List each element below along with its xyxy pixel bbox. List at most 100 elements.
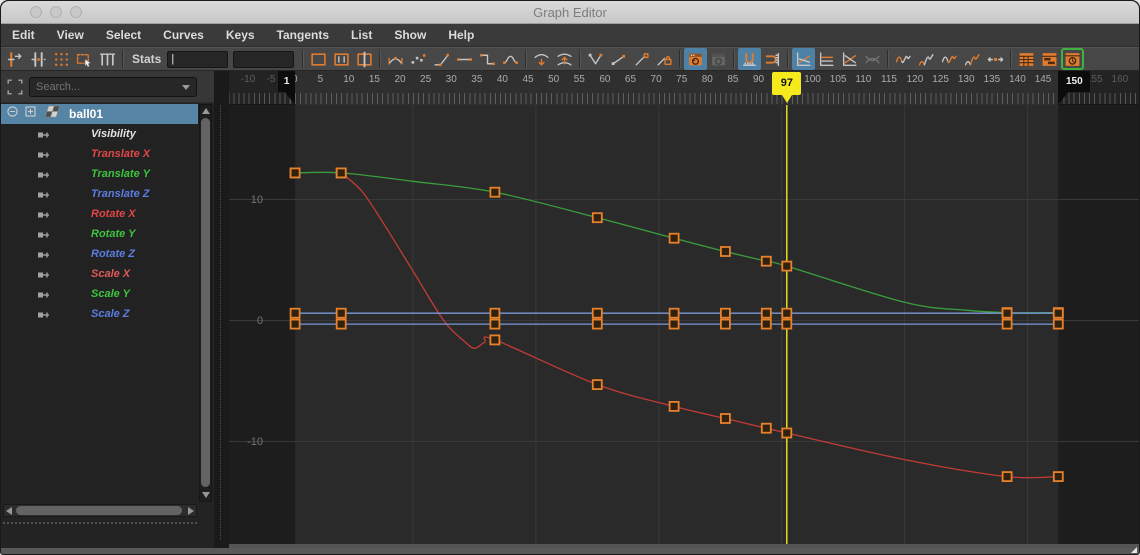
- menu-curves[interactable]: Curves: [152, 24, 215, 46]
- keyframe-blue-curve-top[interactable]: [335, 307, 347, 319]
- tree-vscroll-thumb[interactable]: [201, 118, 210, 487]
- channel-row-visibility[interactable]: Visibility: [1, 124, 198, 144]
- menu-show[interactable]: Show: [383, 24, 437, 46]
- scroll-right-icon[interactable]: [188, 507, 194, 515]
- move-nearest-key-tool-button[interactable]: [4, 48, 27, 70]
- normalized-view-button[interactable]: [838, 48, 861, 70]
- open-dope-sheet-button[interactable]: [1015, 48, 1038, 70]
- keyframe-red-curve[interactable]: [335, 167, 347, 179]
- keyframe-blue-curve-bottom[interactable]: [1052, 318, 1064, 330]
- channel-row-scale-z[interactable]: Scale Z: [1, 304, 198, 324]
- auto-load-graph-editor-button[interactable]: [684, 48, 708, 70]
- keyframe-blue-curve-bottom[interactable]: [289, 318, 301, 330]
- keyframe-red-curve[interactable]: [760, 422, 772, 434]
- keyframe-green-curve[interactable]: [591, 212, 603, 224]
- insert-keys-tool-button[interactable]: [27, 48, 50, 70]
- step-tangents-button[interactable]: [476, 48, 499, 70]
- menu-edit[interactable]: Edit: [1, 24, 46, 46]
- range-start-flag[interactable]: 1: [278, 71, 296, 92]
- keyframe-green-curve[interactable]: [781, 260, 793, 272]
- lattice-deform-keys-tool-button[interactable]: [50, 48, 73, 70]
- stats-value-field[interactable]: [233, 50, 295, 68]
- keyframe-green-curve[interactable]: [668, 232, 680, 244]
- keyframe-blue-curve-top[interactable]: [289, 307, 301, 319]
- menu-list[interactable]: List: [340, 24, 383, 46]
- resize-grip-icon[interactable]: [1131, 547, 1137, 553]
- clamped-tangents-button[interactable]: [407, 48, 430, 70]
- keyframe-blue-curve-top[interactable]: [760, 307, 772, 319]
- keyframe-blue-curve-top[interactable]: [591, 307, 603, 319]
- channel-row-translate-z[interactable]: Translate Z: [1, 184, 198, 204]
- post-infinity-cycle-offset-button[interactable]: [961, 48, 984, 70]
- free-tangent-weight-button[interactable]: [630, 48, 653, 70]
- channel-row-rotate-y[interactable]: Rotate Y: [1, 224, 198, 244]
- frame-playback-range-button[interactable]: [330, 48, 353, 70]
- keyframe-red-curve[interactable]: [1001, 471, 1013, 483]
- keyframe-blue-curve-top[interactable]: [1052, 307, 1064, 319]
- tree-node-ball01[interactable]: ball01: [1, 104, 198, 124]
- curve-canvas[interactable]: 10 0 -10: [229, 105, 1139, 544]
- retime-tool-button[interactable]: [96, 48, 119, 70]
- frame-all-button[interactable]: [307, 48, 330, 70]
- menu-tangents[interactable]: Tangents: [266, 24, 340, 46]
- keyframe-red-curve[interactable]: [489, 334, 501, 346]
- keyframe-blue-curve-top[interactable]: [781, 307, 793, 319]
- keyframe-blue-curve-bottom[interactable]: [489, 318, 501, 330]
- keyframe-red-curve[interactable]: [1052, 471, 1064, 483]
- lock-tangent-weight-button[interactable]: [653, 48, 676, 70]
- keyframe-blue-curve-top[interactable]: [1001, 307, 1013, 319]
- absolute-view-button[interactable]: [792, 48, 816, 70]
- pre-infinity-cycle-button[interactable]: [892, 48, 915, 70]
- keyframe-blue-curve-top[interactable]: [668, 307, 680, 319]
- keyframe-blue-curve-bottom[interactable]: [781, 318, 793, 330]
- keyframe-red-curve[interactable]: [719, 413, 731, 424]
- channel-row-rotate-x[interactable]: Rotate X: [1, 204, 198, 224]
- keyframe-green-curve[interactable]: [719, 246, 731, 257]
- keyframe-blue-curve-bottom[interactable]: [760, 318, 772, 330]
- keyframe-green-curve[interactable]: [489, 186, 501, 198]
- keyframe-green-curve[interactable]: [760, 255, 772, 267]
- post-infinity-cycle-button[interactable]: [938, 48, 961, 70]
- channel-row-translate-y[interactable]: Translate Y: [1, 164, 198, 184]
- current-frame-marker[interactable]: 97: [772, 72, 802, 95]
- stacked-view-button[interactable]: [815, 48, 838, 70]
- channel-row-translate-x[interactable]: Translate X: [1, 144, 198, 164]
- keyframe-blue-curve-bottom[interactable]: [668, 318, 680, 330]
- tree-vertical-scrollbar[interactable]: [199, 104, 212, 502]
- channel-row-scale-y[interactable]: Scale Y: [1, 284, 198, 304]
- keyframe-blue-curve-top[interactable]: [719, 307, 731, 319]
- unify-tangents-button[interactable]: [607, 48, 630, 70]
- keyframe-blue-curve-bottom[interactable]: [335, 318, 347, 330]
- panel-divider[interactable]: [214, 71, 229, 550]
- keyframe-red-curve[interactable]: [668, 400, 680, 412]
- linear-tangents-button[interactable]: [430, 48, 453, 70]
- open-time-editor-button[interactable]: [1061, 48, 1084, 70]
- channel-row-rotate-z[interactable]: Rotate Z: [1, 244, 198, 264]
- keyframe-red-curve[interactable]: [781, 427, 793, 439]
- keyframe-red-curve[interactable]: [591, 379, 603, 391]
- expand-shape-icon[interactable]: [25, 105, 37, 123]
- stats-time-field[interactable]: [167, 50, 229, 68]
- value-snap-button[interactable]: [761, 48, 784, 70]
- frame-center-view-button[interactable]: [353, 48, 376, 70]
- keyframe-red-curve[interactable]: [289, 167, 301, 179]
- scroll-left-icon[interactable]: [6, 507, 12, 515]
- channel-row-scale-x[interactable]: Scale X: [1, 264, 198, 284]
- swap-buffer-curve-button[interactable]: [553, 48, 576, 70]
- tree-hscroll-thumb[interactable]: [16, 506, 182, 515]
- scroll-down-icon[interactable]: [202, 492, 210, 498]
- time-ruler[interactable]: -10-505101520253035404550556065707580859…: [229, 71, 1139, 105]
- filter-frame-icon[interactable]: [6, 78, 24, 101]
- plateau-tangents-button[interactable]: [499, 48, 522, 70]
- time-snap-button[interactable]: [738, 48, 762, 70]
- pre-infinity-cycle-offset-button[interactable]: [915, 48, 938, 70]
- keyframe-blue-curve-bottom[interactable]: [1001, 318, 1013, 330]
- menu-select[interactable]: Select: [95, 24, 152, 46]
- menu-help[interactable]: Help: [437, 24, 485, 46]
- keyframe-blue-curve-bottom[interactable]: [591, 318, 603, 330]
- menu-view[interactable]: View: [46, 24, 95, 46]
- keyframe-blue-curve-bottom[interactable]: [719, 318, 731, 330]
- flat-tangents-button[interactable]: [453, 48, 476, 70]
- tree-horizontal-scrollbar[interactable]: [3, 504, 197, 517]
- collapse-node-icon[interactable]: [7, 105, 19, 123]
